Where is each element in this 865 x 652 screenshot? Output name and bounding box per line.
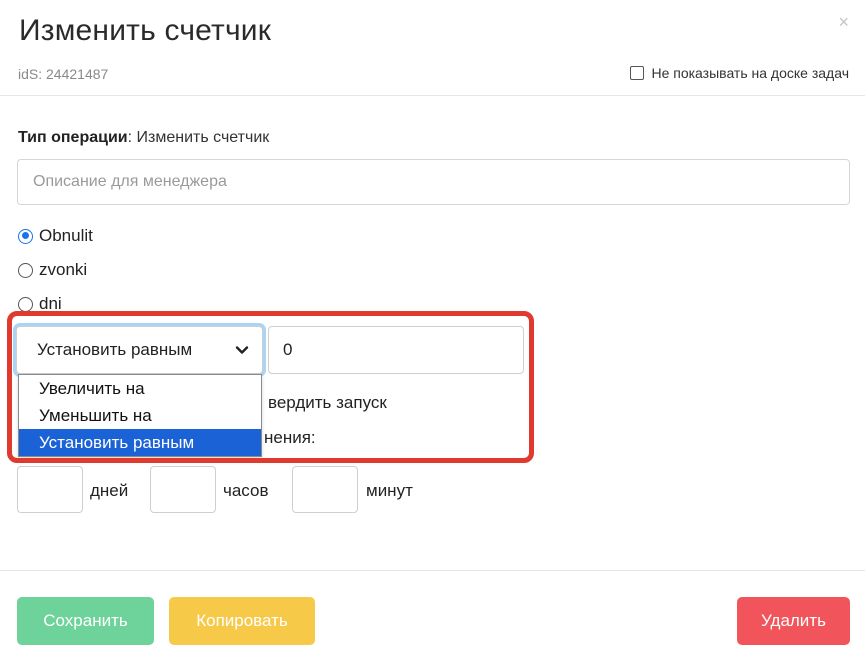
operation-type: Тип операции: Изменить счетчик <box>18 129 269 147</box>
hide-on-board-toggle[interactable]: Не показывать на доске задач <box>630 65 849 81</box>
save-button[interactable]: Сохранить <box>17 597 154 645</box>
days-input[interactable] <box>17 466 83 513</box>
highlight-frame <box>7 311 534 463</box>
radio-obnulit[interactable] <box>18 228 33 244</box>
manager-description-input[interactable] <box>17 159 850 205</box>
minutes-label: минут <box>366 481 413 500</box>
hours-input[interactable] <box>150 466 216 513</box>
page-title: Изменить счетчик <box>19 14 272 47</box>
days-label: дней <box>90 481 129 500</box>
radio-dni[interactable] <box>18 296 33 312</box>
ids-label: idS: 24421487 <box>18 66 109 82</box>
counter-option-zvonki[interactable]: zvonki <box>18 260 87 280</box>
close-icon[interactable]: × <box>838 12 849 33</box>
header-divider <box>0 95 865 96</box>
hours-label: часов <box>223 481 269 500</box>
radio-zvonki[interactable] <box>18 262 33 278</box>
minutes-input[interactable] <box>292 466 358 513</box>
counter-label-obnulit: Obnulit <box>39 226 93 245</box>
counter-label-zvonki: zvonki <box>39 260 88 279</box>
counter-option-obnulit[interactable]: Obnulit <box>18 226 93 246</box>
footer-divider <box>0 570 865 571</box>
copy-button[interactable]: Копировать <box>169 597 315 645</box>
delete-button[interactable]: Удалить <box>737 597 850 645</box>
hide-on-board-label: Не показывать на доске задач <box>651 65 849 81</box>
operation-type-value: : Изменить счетчик <box>127 129 270 146</box>
hide-on-board-checkbox[interactable] <box>630 66 645 80</box>
operation-type-label: Тип операции <box>18 129 128 146</box>
